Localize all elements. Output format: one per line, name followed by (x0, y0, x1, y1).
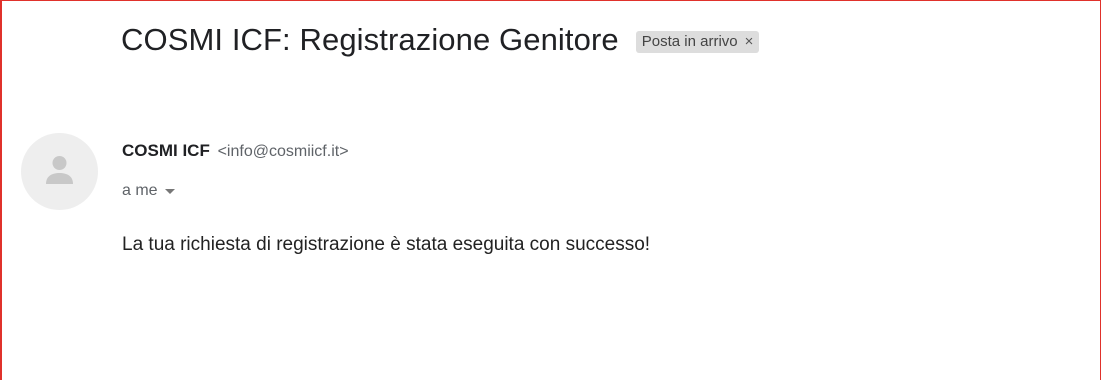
subject-row: COSMI ICF: Registrazione Genitore Posta … (121, 22, 760, 58)
sender-email: <info@cosmiicf.it> (217, 143, 349, 160)
sender-avatar[interactable] (21, 133, 98, 210)
remove-label-icon[interactable]: × (745, 33, 754, 50)
sender-row: COSMI ICF <info@cosmiicf.it> (122, 141, 349, 161)
email-body: La tua richiesta di registrazione è stat… (122, 234, 651, 255)
caret-down-icon[interactable] (164, 188, 175, 194)
email-subject: COSMI ICF: Registrazione Genitore (121, 22, 619, 57)
inbox-label-chip[interactable]: Posta in arrivo × (635, 31, 760, 53)
inbox-label-text: Posta in arrivo (641, 33, 738, 50)
person-icon (46, 156, 73, 184)
sender-name[interactable]: COSMI ICF (122, 141, 210, 160)
recipient-row: a me (122, 182, 175, 200)
recipient-text: a me (122, 182, 158, 199)
